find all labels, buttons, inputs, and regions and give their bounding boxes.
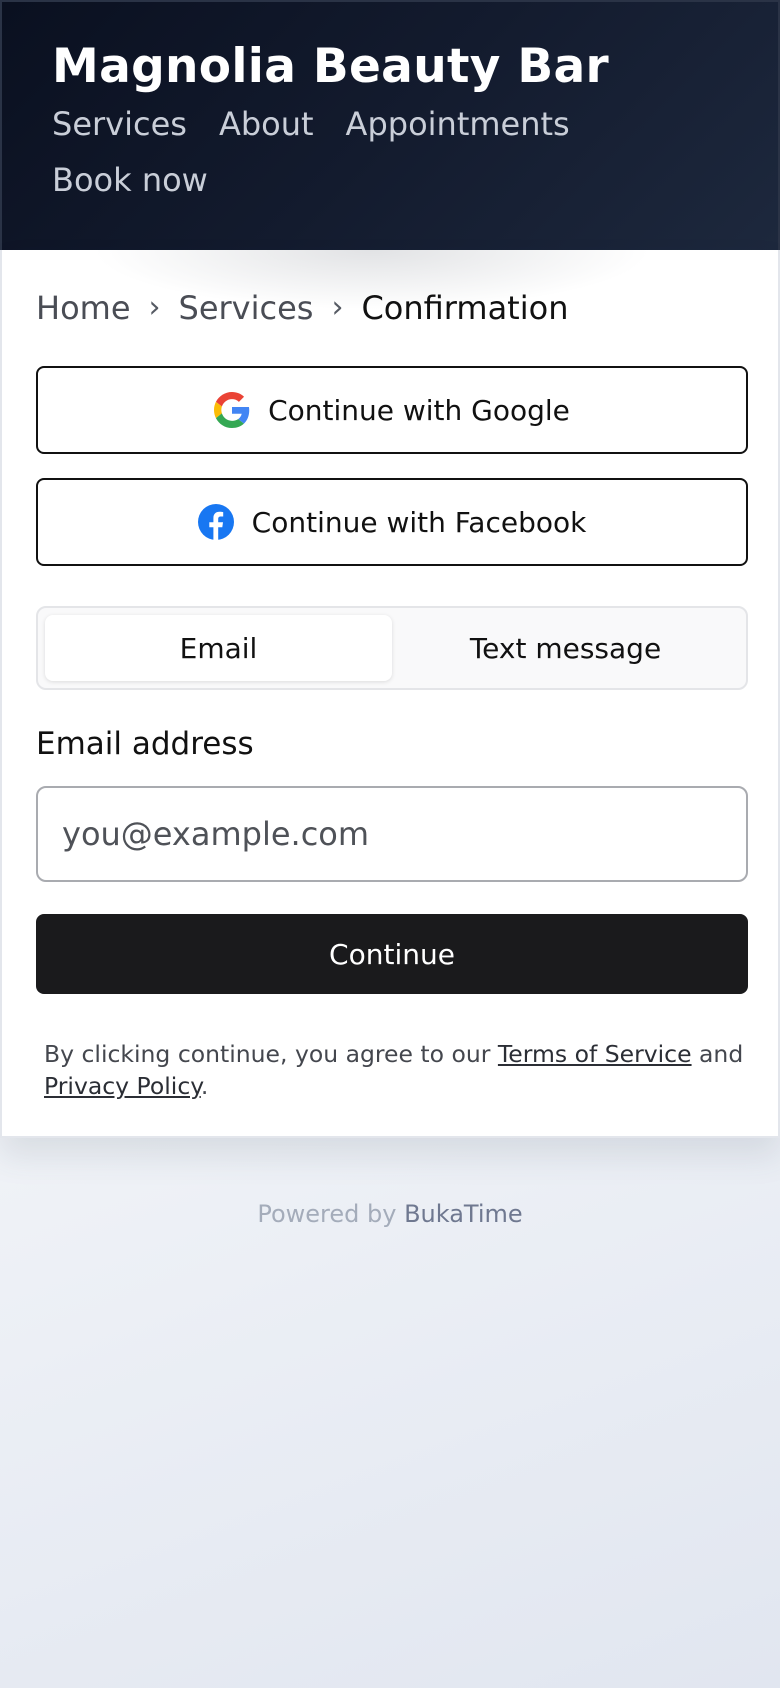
auth-card: Home › Services › Confirmation Continue … (0, 250, 780, 1138)
powered-by-prefix: Powered by (257, 1200, 405, 1228)
nav-link-services[interactable]: Services (52, 104, 187, 144)
nav-link-book-now[interactable]: Book now (52, 160, 208, 200)
continue-with-google-button[interactable]: Continue with Google (36, 366, 748, 454)
login-method-tabs: Email Text message (36, 606, 748, 690)
terms-of-service-link[interactable]: Terms of Service (498, 1040, 692, 1068)
chevron-right-icon: › (331, 290, 344, 325)
legal-suffix: . (200, 1072, 209, 1100)
nav-link-appointments[interactable]: Appointments (346, 104, 570, 144)
breadcrumb-services[interactable]: Services (179, 288, 314, 328)
continue-with-facebook-button[interactable]: Continue with Facebook (36, 478, 748, 566)
site-header: Magnolia Beauty Bar Services About Appoi… (0, 0, 780, 252)
brand-title[interactable]: Magnolia Beauty Bar (52, 38, 728, 96)
tab-email[interactable]: Email (45, 615, 392, 681)
email-input[interactable] (36, 786, 748, 882)
main-nav: Services About Appointments Book now (52, 104, 652, 216)
facebook-icon (197, 504, 234, 540)
tab-text-message[interactable]: Text message (392, 615, 739, 681)
continue-button[interactable]: Continue (36, 914, 748, 994)
google-icon (214, 392, 250, 428)
breadcrumb: Home › Services › Confirmation (36, 288, 568, 328)
powered-by: Powered by BukaTime (0, 1200, 780, 1228)
nav-link-about[interactable]: About (219, 104, 314, 144)
email-label: Email address (36, 726, 254, 762)
facebook-button-label: Continue with Facebook (251, 505, 587, 539)
breadcrumb-home[interactable]: Home (36, 288, 131, 328)
legal-notice: By clicking continue, you agree to our T… (44, 1038, 744, 1102)
legal-prefix: By clicking continue, you agree to our (44, 1040, 498, 1068)
powered-by-brand[interactable]: BukaTime (404, 1200, 523, 1228)
privacy-policy-link[interactable]: Privacy Policy (44, 1072, 201, 1100)
legal-and: and (691, 1040, 744, 1068)
breadcrumb-current: Confirmation (361, 289, 569, 327)
chevron-right-icon: › (148, 290, 161, 325)
google-button-label: Continue with Google (268, 393, 570, 427)
